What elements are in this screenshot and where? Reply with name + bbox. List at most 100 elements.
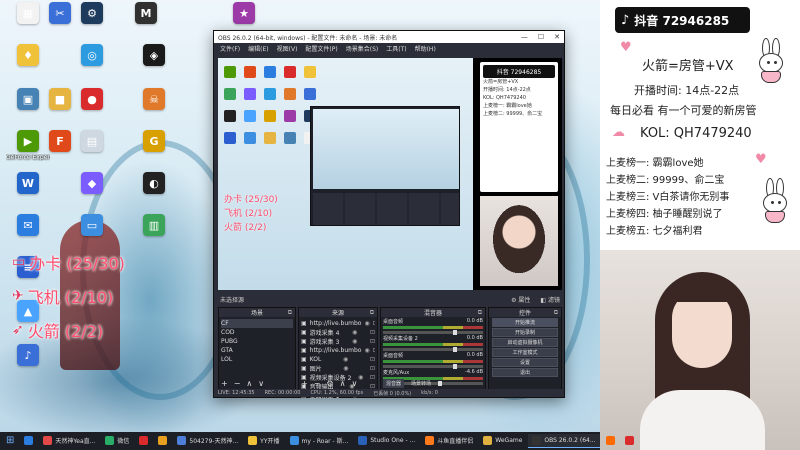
taskbar-item[interactable] [135, 434, 152, 448]
taskbar-item[interactable]: my - Roar - 斯... [286, 434, 353, 448]
volume-slider[interactable] [383, 330, 483, 335]
taskbar-item[interactable]: 504279-天然神... [173, 434, 242, 448]
control-button[interactable]: 开始推流 [492, 318, 558, 327]
dock-float-icon[interactable]: ⧉ [554, 309, 558, 317]
taskbar-item[interactable] [20, 434, 37, 448]
visibility-eye-icon[interactable]: ◉ [352, 338, 357, 345]
control-button[interactable]: 开始录制 [492, 328, 558, 337]
control-button[interactable]: 启动虚拟摄像机 [492, 338, 558, 347]
maximize-icon[interactable]: ☐ [538, 33, 544, 41]
start-button[interactable]: ⊞ [2, 434, 18, 448]
visibility-eye-icon[interactable]: ◉ [358, 374, 363, 381]
dock-float-icon[interactable]: ⧉ [288, 309, 292, 317]
scene-item[interactable]: GTA [221, 346, 293, 355]
taskbar-item[interactable]: 斗鱼直播伴侣 [421, 434, 477, 448]
volume-slider[interactable] [383, 364, 483, 369]
visibility-eye-icon[interactable]: ◉ [343, 365, 348, 372]
gear-icon[interactable]: ⚙ [326, 379, 333, 388]
desktop-icon[interactable]: ▤ [72, 130, 112, 154]
filters-button[interactable]: ◧ 滤镜 [540, 295, 560, 304]
volume-slider-handle[interactable] [453, 364, 457, 369]
dock-tab[interactable]: 场景转场 [408, 379, 434, 388]
taskbar-item[interactable] [602, 434, 619, 448]
lock-icon[interactable]: ⊡ [370, 356, 375, 363]
desktop-icon[interactable]: ⚙ [72, 2, 112, 26]
desktop-icon[interactable]: W [8, 172, 48, 196]
move-up-icon[interactable]: ∧ [246, 379, 252, 388]
lock-icon[interactable]: ⊡ [370, 329, 375, 336]
desktop-icon[interactable]: ☠ [134, 88, 174, 112]
source-item[interactable]: ▣ 图片 ◉ ⊡ [301, 364, 375, 373]
control-button[interactable]: 退出 [492, 368, 558, 377]
source-item[interactable]: ▣ 游戏采集 3 ◉ ⊡ [301, 337, 375, 346]
obs-window[interactable]: OBS 26.0.2 (64-bit, windows) - 配置文件: 未命名… [213, 30, 565, 400]
desktop-icon[interactable]: ◐ [134, 172, 174, 196]
remove-icon[interactable]: − [314, 379, 321, 388]
minimize-icon[interactable]: — [521, 33, 528, 41]
move-down-icon[interactable]: ∨ [351, 379, 357, 388]
menu-item[interactable]: 编辑(E) [248, 44, 268, 53]
taskbar-item[interactable]: 微信 [101, 434, 133, 448]
scene-item[interactable]: LOL [221, 355, 293, 364]
close-icon[interactable]: ✕ [554, 33, 560, 41]
menu-item[interactable]: 帮助(H) [415, 44, 436, 53]
desktop-icon[interactable]: ◈ [134, 44, 174, 68]
dock-float-icon[interactable]: ⧉ [370, 309, 374, 317]
dock-float-icon[interactable]: ⧉ [478, 309, 482, 317]
visibility-eye-icon[interactable]: ◉ [364, 347, 369, 354]
visibility-eye-icon[interactable]: ◉ [352, 329, 357, 336]
volume-slider-handle[interactable] [453, 347, 457, 352]
obs-preview[interactable]: 办卡 (25/30) 飞机 (2/10) 火箭 (2/2) 抖音 72946285 … [218, 58, 562, 290]
taskbar-item[interactable]: WeGame [479, 434, 526, 448]
taskbar-item[interactable] [621, 434, 638, 448]
taskbar-item[interactable]: 天然神Yea直... [39, 434, 99, 448]
move-up-icon[interactable]: ∧ [340, 379, 346, 388]
source-item[interactable]: ▣http://live.bumbo◉ ⊡ [301, 319, 375, 328]
menu-item[interactable]: 场景集合(S) [346, 44, 379, 53]
volume-slider[interactable] [383, 347, 483, 352]
menu-item[interactable]: 文件(F) [220, 44, 240, 53]
scene-item[interactable]: COD [221, 328, 293, 337]
lock-icon[interactable]: ⊡ [370, 338, 375, 345]
desktop-icon[interactable]: ♪ [8, 344, 48, 368]
lock-icon[interactable]: ⊡ [373, 347, 375, 354]
source-item[interactable]: ▣http://live.bumbo◉ ⊡ [301, 346, 375, 355]
volume-slider-handle[interactable] [453, 330, 457, 335]
dock-tab[interactable]: 混音器 [383, 379, 405, 388]
source-item[interactable]: ▣ 游戏采集 4 ◉ ⊡ [301, 328, 375, 337]
desktop-icon[interactable]: ★ [224, 2, 264, 26]
menu-item[interactable]: 配置文件(P) [305, 44, 337, 53]
lock-icon[interactable]: ⊡ [373, 320, 375, 327]
menu-item[interactable]: 工具(T) [386, 44, 406, 53]
desktop-icon[interactable]: ✉ [8, 214, 48, 238]
add-icon[interactable]: + [221, 379, 228, 388]
desktop-icon[interactable]: ▭ [72, 214, 112, 238]
desktop-icon[interactable]: ◆ [72, 172, 112, 196]
scene-item[interactable]: PUBG [221, 337, 293, 346]
scene-item[interactable]: CF [221, 319, 293, 328]
desktop-icon[interactable]: ♦ [8, 44, 48, 68]
visibility-eye-icon[interactable]: ◉ [343, 356, 348, 363]
properties-button[interactable]: ⚙ 属性 [511, 295, 530, 304]
remove-icon[interactable]: − [234, 379, 241, 388]
obs-titlebar[interactable]: OBS 26.0.2 (64-bit, windows) - 配置文件: 未命名… [214, 31, 564, 43]
visibility-eye-icon[interactable]: ◉ [364, 320, 369, 327]
add-icon[interactable]: + [301, 379, 308, 388]
desktop-icon[interactable]: ▥ [134, 214, 174, 238]
taskbar-item[interactable] [154, 434, 171, 448]
taskbar-item[interactable]: OBS 26.0.2 (64... [528, 434, 600, 448]
move-down-icon[interactable]: ∨ [258, 379, 264, 388]
source-item[interactable]: ▣ KOL ◉ ⊡ [301, 355, 375, 364]
desktop-icon[interactable]: M [126, 2, 166, 26]
lock-icon[interactable]: ⊡ [370, 374, 375, 381]
taskbar-item[interactable]: YY开播 [244, 434, 283, 448]
desktop-icon[interactable]: ◎ [72, 44, 112, 68]
lock-icon[interactable]: ⊡ [370, 365, 375, 372]
desktop-icon[interactable]: ● [72, 88, 112, 112]
control-button[interactable]: 设置 [492, 358, 558, 367]
control-button[interactable]: 工作室模式 [492, 348, 558, 357]
desktop-icon[interactable]: G [134, 130, 174, 154]
volume-slider-handle[interactable] [438, 381, 442, 386]
menu-item[interactable]: 视图(V) [277, 44, 298, 53]
taskbar-item[interactable]: Studio One - ... [354, 434, 419, 448]
